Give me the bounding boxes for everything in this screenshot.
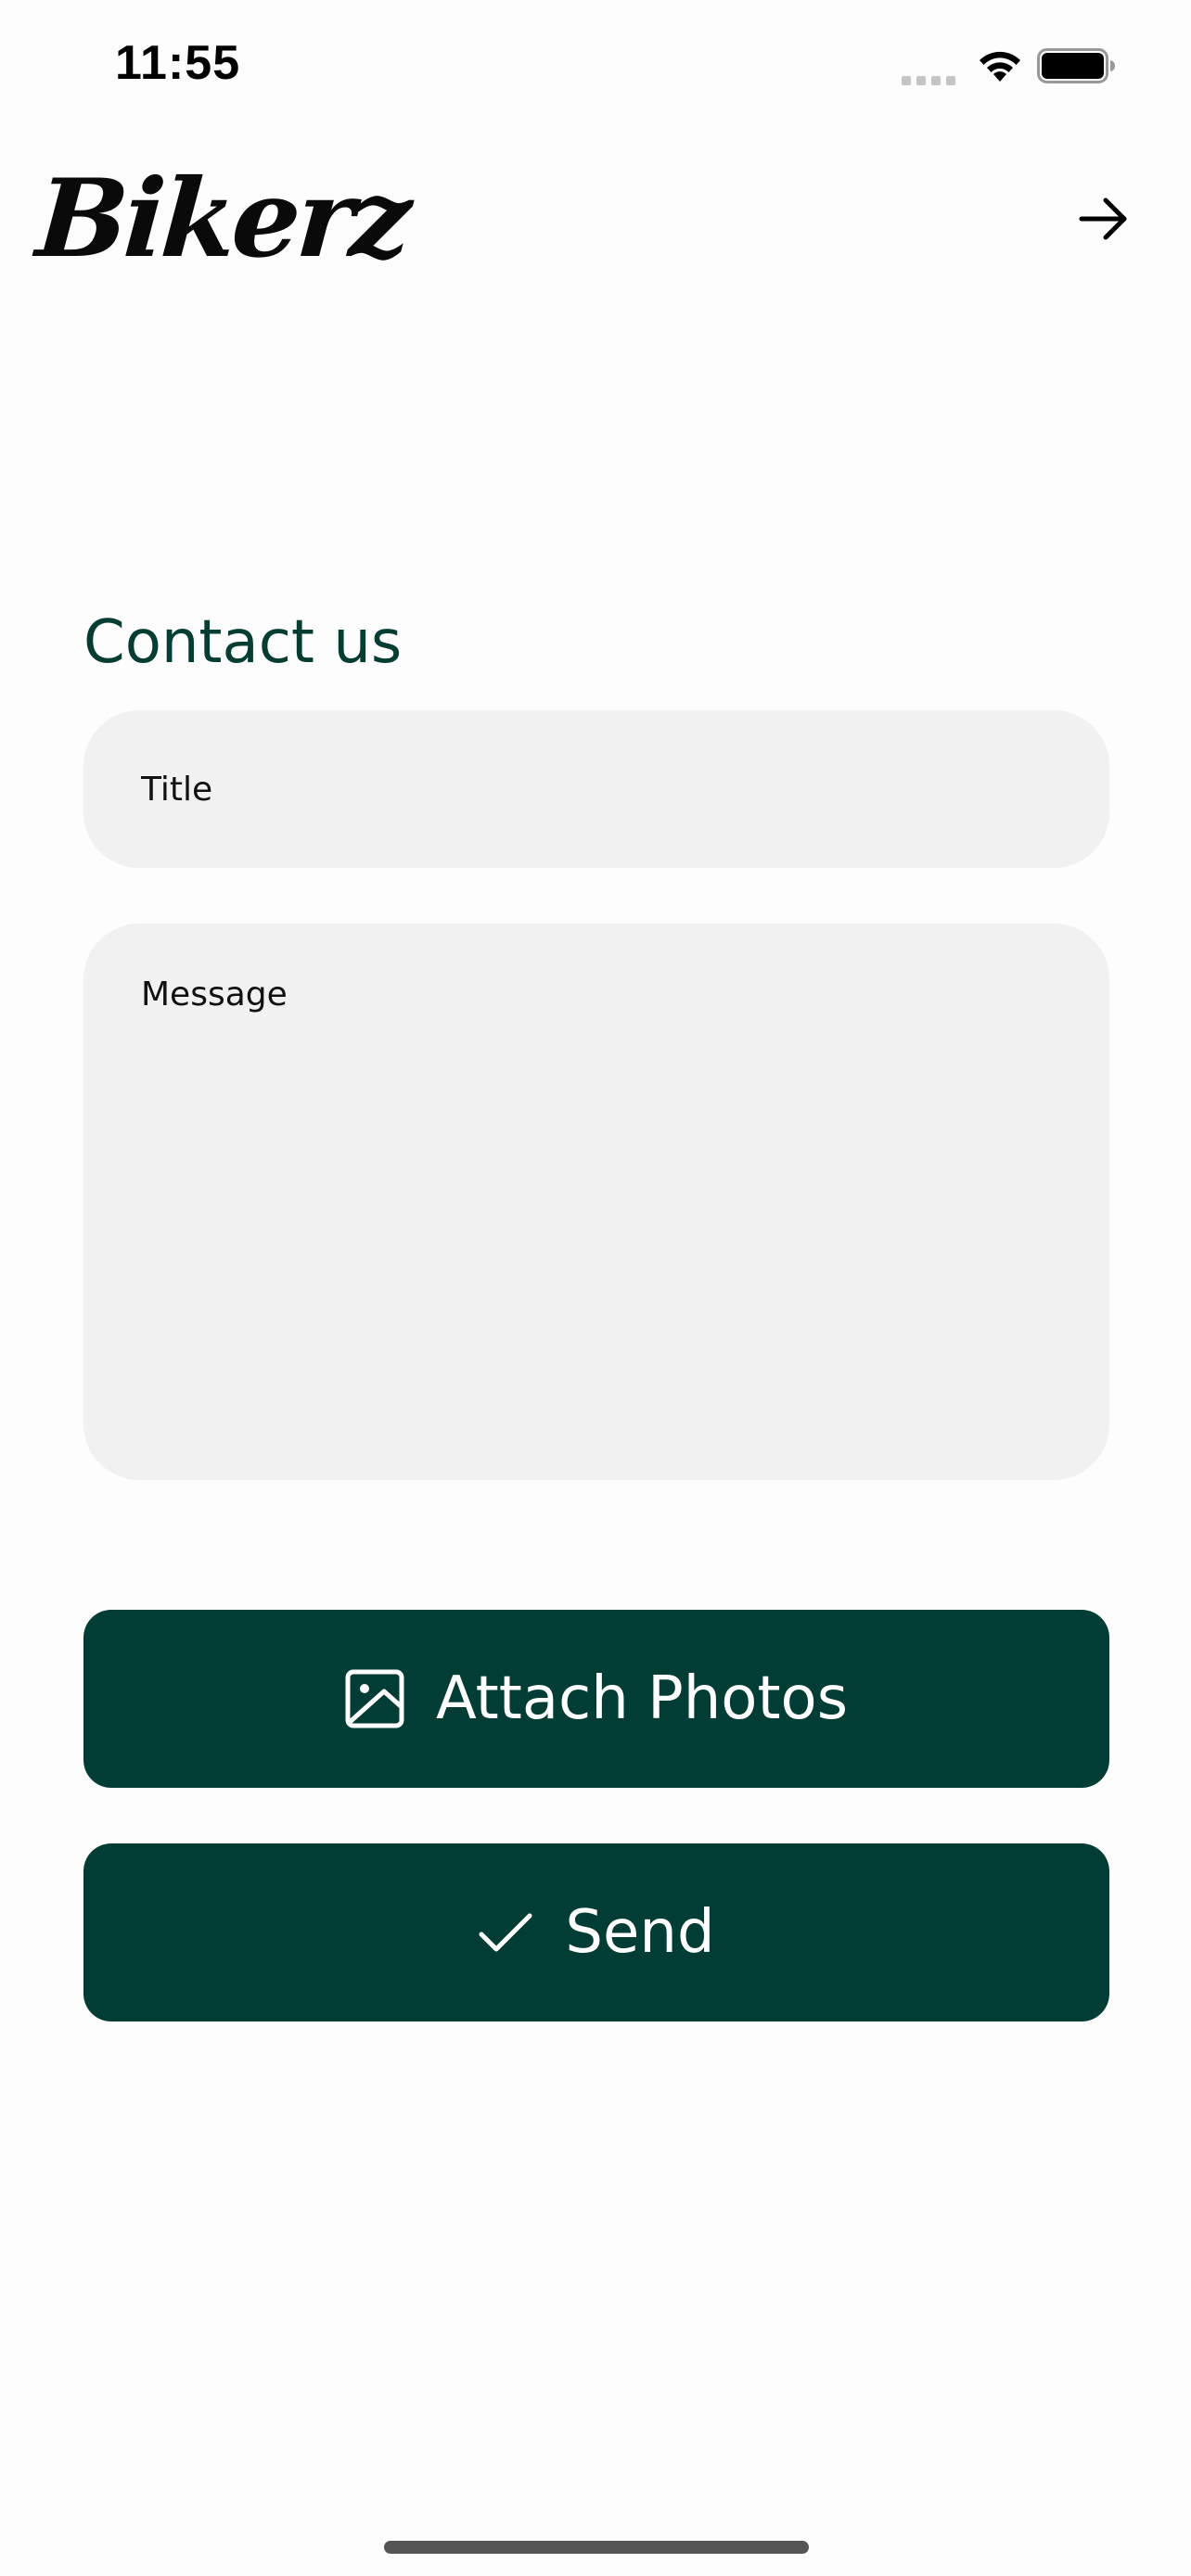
- cellular-signal-icon: [902, 76, 955, 85]
- title-input[interactable]: [83, 710, 1109, 868]
- battery-icon: [1037, 48, 1115, 83]
- message-textarea[interactable]: [83, 924, 1109, 1480]
- status-time: 11:55: [115, 36, 241, 90]
- image-icon: [345, 1669, 404, 1728]
- page-title: Contact us: [83, 607, 403, 677]
- send-button[interactable]: Send: [83, 1843, 1109, 2021]
- wifi-icon: [980, 51, 1020, 82]
- home-indicator[interactable]: [384, 2541, 809, 2554]
- send-label: Send: [565, 1898, 715, 1967]
- checkmark-icon: [479, 1913, 532, 1952]
- app-logo: Bikerz: [32, 156, 413, 282]
- attach-photos-button[interactable]: Attach Photos: [83, 1610, 1109, 1788]
- attach-photos-label: Attach Photos: [435, 1664, 849, 1733]
- arrow-right-icon[interactable]: [1076, 191, 1132, 247]
- app-header: Bikerz: [0, 139, 1191, 287]
- status-bar: 11:55: [0, 0, 1191, 130]
